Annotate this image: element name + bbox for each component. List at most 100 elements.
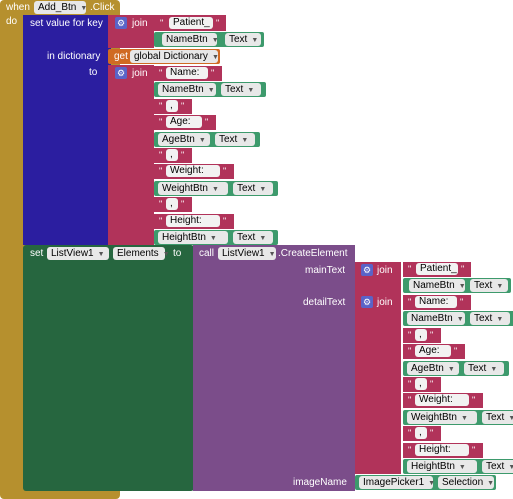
chevron-down-icon: ▼ [211,185,219,193]
image-name-label: imageName [293,477,347,488]
gear-icon[interactable]: ⚙ [361,264,373,276]
quote-open: " [408,297,412,307]
chevron-down-icon: ▼ [456,316,464,324]
component-dropdown[interactable]: AgeBtn ▼ [407,361,459,375]
method-label: .CreateElement [278,248,348,259]
quote-open: " [159,215,163,226]
component-dropdown-label: HeightBtn [162,232,206,243]
chevron-down-icon: ▼ [251,37,259,44]
gear-icon[interactable]: ⚙ [361,296,373,308]
property-dropdown[interactable]: Text ▼ [233,231,273,244]
quote-close: " [472,444,476,455]
property-dropdown[interactable]: Text ▼ [221,83,261,97]
component-dropdown[interactable]: NameBtn ▼ [158,83,216,97]
set-dictionary-value-block[interactable] [23,15,111,245]
set-listview-elements-block[interactable] [23,245,194,491]
set-property-dropdown[interactable]: Elements ▼ [113,247,170,260]
text-field[interactable]: , [166,198,178,211]
text-field[interactable]: Name: [166,67,208,79]
text-field[interactable]: , [166,149,178,161]
property-dropdown-label: Text [468,362,487,374]
variable-dropdown[interactable]: global Dictionary ▼ [130,50,219,63]
join-label: join [377,265,393,276]
quote-open: " [159,166,163,177]
text-field[interactable]: Name: [415,296,457,308]
quote-open: " [408,264,412,274]
property-dropdown[interactable]: Text ▼ [470,279,508,292]
text-field[interactable]: , [166,99,178,112]
text-field[interactable]: , [415,328,427,341]
event-component-dropdown[interactable]: Add_Btn ▼ [34,1,87,14]
quote-close: " [205,117,209,128]
call-component-dropdown[interactable]: ListView1 ▼ [218,247,276,260]
set-component-dropdown[interactable]: ListView1 ▼ [47,247,109,260]
text-field[interactable]: Height: [415,443,469,456]
text-field[interactable]: Patient_ [416,263,458,275]
do-label: do [6,16,18,27]
join-label: join [132,68,148,79]
selection-dropdown[interactable]: Selection ▼ [438,476,494,489]
component-dropdown[interactable]: NameBtn ▼ [162,33,219,46]
property-dropdown[interactable]: Text ▼ [225,33,261,46]
text-field[interactable]: Patient_ [169,17,213,29]
quote-open: " [408,329,412,340]
quote-open: " [159,150,163,160]
component-dropdown-label: NameBtn [162,84,204,96]
detail-text-join-block[interactable] [355,294,401,474]
gear-icon[interactable]: ⚙ [115,67,127,79]
quote-open: " [159,117,163,128]
text-field[interactable]: Weight: [415,394,469,407]
text-field[interactable]: , [415,378,427,390]
quote-open: " [408,346,412,357]
component-dropdown[interactable]: AgeBtn ▼ [158,132,210,146]
property-dropdown[interactable]: Text ▼ [215,132,255,146]
chevron-down-icon: ▼ [458,464,466,471]
component-dropdown-label: HeightBtn [411,461,455,472]
chevron-down-icon: ▼ [487,480,495,487]
call-create-element-block[interactable] [193,245,355,491]
main-text-label: mainText [305,265,346,276]
component-dropdown-label: AgeBtn [411,362,444,374]
value-join-block[interactable] [108,65,154,245]
property-dropdown[interactable]: Text ▼ [482,460,513,473]
text-field[interactable]: Weight: [166,165,220,178]
property-dropdown-label: Text [237,232,256,243]
text-field[interactable]: Age: [166,116,202,129]
gear-icon[interactable]: ⚙ [115,17,127,29]
component-dropdown[interactable]: NameBtn ▼ [409,279,466,292]
component-dropdown[interactable]: HeightBtn ▼ [158,231,228,244]
quote-close: " [454,346,458,357]
component-dropdown[interactable]: NameBtn ▼ [407,312,465,326]
property-dropdown[interactable]: Text ▼ [470,312,510,326]
quote-open: " [408,395,412,406]
property-dropdown-label: Text [237,182,256,194]
component-dropdown[interactable]: WeightBtn ▼ [158,181,228,195]
component-dropdown[interactable]: WeightBtn ▼ [407,410,477,424]
chevron-down-icon: ▼ [207,87,215,95]
text-field[interactable]: Age: [415,345,451,358]
property-dropdown[interactable]: Text ▼ [464,361,504,375]
chevron-down-icon: ▼ [508,464,513,471]
chevron-down-icon: ▼ [97,251,105,258]
chevron-down-icon: ▼ [259,185,267,193]
quote-close: " [460,297,464,307]
quote-close: " [223,215,227,226]
set-value-label: set value for key [30,18,103,29]
component-dropdown-label: WeightBtn [162,182,208,194]
quote-open: " [159,100,163,111]
image-picker-dropdown[interactable]: ImagePicker1 ▼ [359,476,436,489]
chevron-down-icon: ▼ [162,251,170,258]
text-field[interactable]: Height: [166,214,220,227]
chevron-down-icon: ▼ [209,235,217,242]
property-dropdown[interactable]: Text ▼ [233,181,273,195]
component-dropdown[interactable]: HeightBtn ▼ [407,460,477,473]
component-dropdown-label: WeightBtn [411,411,457,423]
chevron-down-icon: ▼ [496,316,504,324]
chevron-down-icon: ▼ [428,480,436,487]
to-label: to [89,67,98,78]
chevron-down-icon: ▼ [490,365,498,373]
text-field[interactable]: , [415,427,427,440]
join-label: join [132,18,148,29]
component-dropdown-label: NameBtn [411,313,453,325]
property-dropdown[interactable]: Text ▼ [482,410,513,424]
